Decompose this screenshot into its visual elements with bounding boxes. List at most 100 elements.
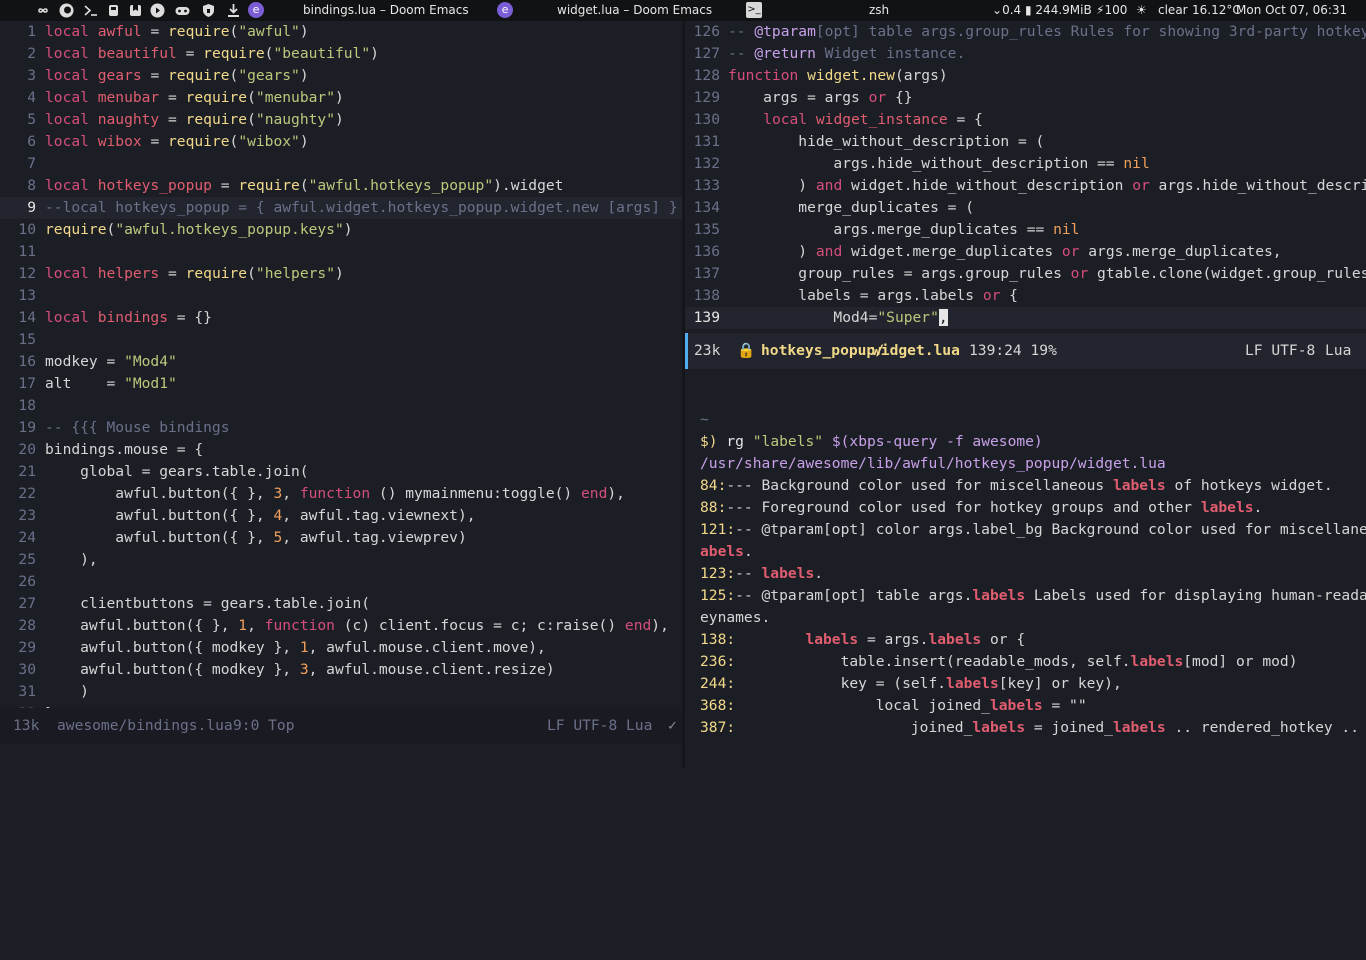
right-editor-pane[interactable]: 126 -- @tparam[opt] table args.group_rule… — [685, 21, 1366, 332]
infinity-icon[interactable] — [35, 2, 52, 19]
major-mode[interactable]: Lua — [626, 708, 652, 744]
code-line[interactable]: 10 require("awful.hotkeys_popup.keys") — [0, 219, 682, 241]
code-line[interactable]: 20 bindings.mouse = { — [0, 439, 682, 461]
code-line[interactable]: 3 local gears = require("gears") — [0, 65, 682, 87]
line-number: 11 — [18, 243, 36, 260]
code-token: "Mod4" — [124, 353, 177, 370]
code-line[interactable]: 11 — [0, 241, 682, 263]
code-line[interactable]: 29 awful.button({ modkey }, 1, awful.mou… — [0, 637, 682, 659]
line-number: 127 — [693, 45, 720, 62]
result-line-number: 236: — [700, 653, 736, 670]
result-line-number: 138: — [700, 631, 736, 648]
gamepad-icon[interactable] — [174, 2, 191, 19]
major-mode[interactable]: Lua — [1325, 333, 1351, 369]
code-token: awful.button({ modkey }, — [45, 639, 300, 656]
code-text: ), — [45, 549, 98, 571]
tab-widget-lua[interactable]: widget.lua – Doom Emacs — [557, 3, 712, 17]
code-line[interactable]: 13 — [0, 285, 682, 307]
code-line[interactable]: 134 merge_duplicates = ( — [685, 197, 1366, 219]
result-line-number: 387: — [700, 719, 736, 736]
code-line[interactable]: 22 awful.button({ }, 3, function () myma… — [0, 483, 682, 505]
code-line[interactable]: 14 local bindings = {} — [0, 307, 682, 329]
left-code-lines[interactable]: 1 local awful = require("awful") 2 local be… — [0, 21, 682, 708]
tab-zsh[interactable]: zsh — [869, 3, 889, 17]
code-line[interactable]: 19 -- {{{ Mouse bindings — [0, 417, 682, 439]
terminal-icon[interactable] — [82, 2, 99, 19]
code-line[interactable]: 138 labels = args.labels or { — [685, 285, 1366, 307]
line-number: 25 — [18, 551, 36, 568]
code-line[interactable]: 30 awful.button({ modkey }, 3, awful.mou… — [0, 659, 682, 681]
code-line[interactable]: 127 -- @return Widget instance. — [685, 43, 1366, 65]
code-line[interactable]: 28 awful.button({ }, 1, function (c) cli… — [0, 615, 682, 637]
line-number: 15 — [18, 331, 36, 348]
result-line-number: 123: — [700, 565, 736, 582]
code-line[interactable]: 128 function widget.new(args) — [685, 65, 1366, 87]
code-line[interactable]: 26 — [0, 571, 682, 593]
code-line[interactable]: 23 awful.button({ }, 4, awful.tag.viewne… — [0, 505, 682, 527]
tab-bindings-lua[interactable]: bindings.lua – Doom Emacs — [303, 3, 469, 17]
code-line[interactable]: 5 local naughty = require("naughty") — [0, 109, 682, 131]
code-line[interactable]: 126 -- @tparam[opt] table args.group_rule… — [685, 21, 1366, 43]
code-line[interactable]: 27 clientbuttons = gears.table.join( — [0, 593, 682, 615]
terminal-pane[interactable]: ~ $) rg "labels" $(xbps-query -f awesome… — [685, 369, 1366, 768]
code-line[interactable]: 21 global = gears.table.join( — [0, 461, 682, 483]
download-icon[interactable] — [225, 2, 242, 19]
terminal-arg: "labels" — [752, 433, 824, 450]
right-code-lines[interactable]: 126 -- @tparam[opt] table args.group_rule… — [685, 21, 1366, 329]
code-token: widget_instance — [815, 111, 948, 128]
play-icon[interactable] — [149, 2, 166, 19]
code-line[interactable]: 136 ) and widget.merge_duplicates or arg… — [685, 241, 1366, 263]
line-number: 133 — [693, 177, 720, 194]
code-token: labels = args.labels — [728, 287, 983, 304]
code-line[interactable]: 131 hide_without_description = ( — [685, 131, 1366, 153]
code-line[interactable]: 137 group_rules = args.group_rules or gt… — [685, 263, 1366, 285]
code-line[interactable]: 12 local helpers = require("helpers") — [0, 263, 682, 285]
left-editor-pane[interactable]: 1 local awful = require("awful") 2 local be… — [0, 21, 682, 708]
tool-icon[interactable] — [105, 2, 122, 19]
code-token: require — [185, 89, 248, 106]
code-line[interactable]: 4 local menubar = require("menubar") — [0, 87, 682, 109]
code-token: ) — [334, 89, 344, 106]
code-line[interactable]: 1 local awful = require("awful") — [0, 21, 682, 43]
code-token: widget.new — [807, 67, 895, 84]
result-text: -- @tparam[opt] table args. — [735, 587, 973, 604]
code-line[interactable]: 16 modkey = "Mod4" — [0, 351, 682, 373]
code-token: ( — [247, 265, 256, 282]
terminal-subshell: $(xbps-query -f awesome) — [831, 433, 1043, 450]
code-text: --local hotkeys_popup = { awful.widget.h… — [45, 197, 678, 219]
code-token: ( — [229, 67, 239, 84]
code-text: awful.button({ }, 5, awful.tag.viewprev) — [45, 527, 466, 549]
code-token: and — [815, 177, 843, 194]
code-line[interactable]: 31 ) — [0, 681, 682, 703]
code-text: -- @tparam[opt] table args.group_rules R… — [728, 21, 1366, 43]
code-line[interactable]: 25 ), — [0, 549, 682, 571]
code-line[interactable]: 8 local hotkeys_popup = require("awful.ho… — [0, 175, 682, 197]
clock[interactable]: Mon Oct 07, 06:31 — [1236, 3, 1347, 17]
code-text: ) and widget.merge_duplicates or args.me… — [728, 241, 1281, 263]
box-icon[interactable] — [127, 2, 144, 19]
code-line[interactable]: 6 local wibox = require("wibox") — [0, 131, 682, 153]
code-line[interactable]: 9 --local hotkeys_popup = { awful.widget.… — [0, 197, 682, 219]
code-line[interactable]: 17 alt = "Mod1" — [0, 373, 682, 395]
code-line[interactable]: 15 — [0, 329, 682, 351]
code-line[interactable]: 139 Mod4="Super", — [685, 307, 1366, 329]
code-line[interactable]: 129 args = args or {} — [685, 87, 1366, 109]
code-line[interactable]: 132 args.hide_without_description == nil — [685, 153, 1366, 175]
code-token: nil — [1053, 221, 1080, 238]
code-line[interactable]: 130 local widget_instance = { — [685, 109, 1366, 131]
cursor-position: 139:24 19% — [969, 342, 1057, 359]
terminal-command-line[interactable]: $) rg "labels" $(xbps-query -f awesome) — [700, 431, 1043, 453]
firefox-icon[interactable] — [58, 2, 75, 19]
code-line[interactable]: 18 — [0, 395, 682, 417]
code-token: ) — [370, 45, 379, 62]
emacs-icon[interactable]: e — [248, 2, 264, 18]
shield-icon[interactable] — [200, 2, 217, 19]
code-line[interactable]: 7 — [0, 153, 682, 175]
volume-indicator[interactable]: ⌄0.4 — [992, 3, 1021, 17]
code-line[interactable]: 24 awful.button({ }, 5, awful.tag.viewpr… — [0, 527, 682, 549]
code-line[interactable]: 135 args.merge_duplicates == nil — [685, 219, 1366, 241]
code-line[interactable]: 2 local beautiful = require("beautiful") — [0, 43, 682, 65]
code-token: local — [45, 89, 98, 106]
code-line[interactable]: 133 ) and widget.hide_without_descriptio… — [685, 175, 1366, 197]
code-token: "naughty" — [255, 111, 335, 128]
